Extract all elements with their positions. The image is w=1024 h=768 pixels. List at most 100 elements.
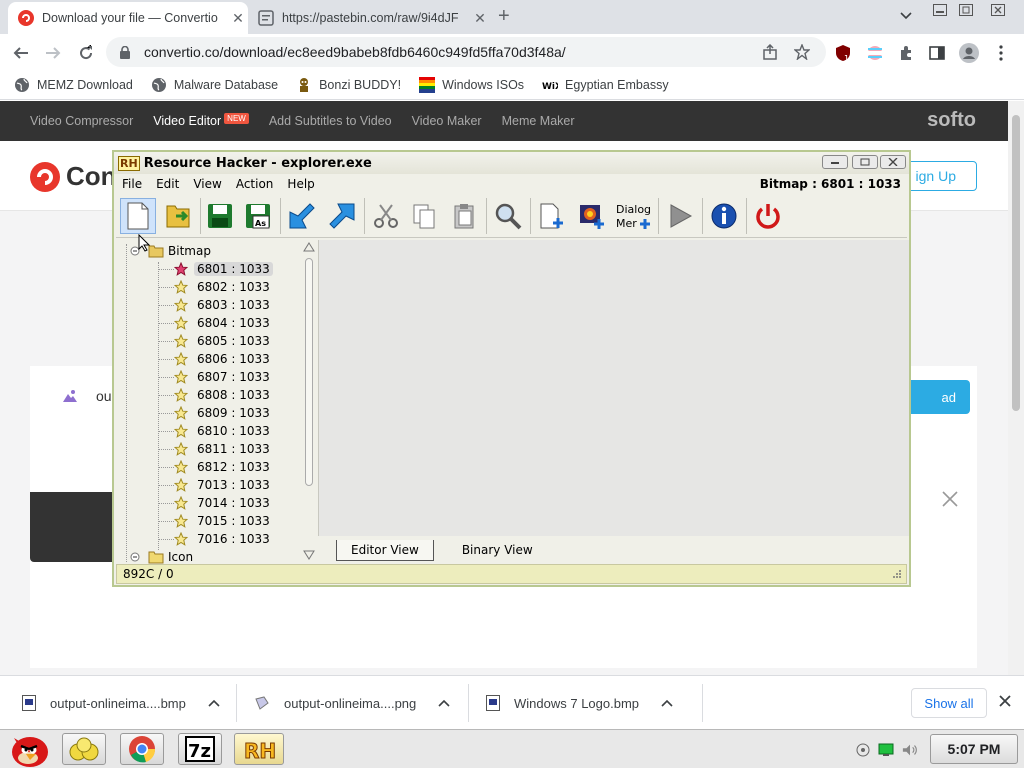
menu-kebab-icon[interactable] [990,42,1012,64]
tree-item-bitmap[interactable]: 6811 : 1033 [174,440,273,458]
start-button[interactable] [4,730,52,768]
taskbar-resource-hacker[interactable]: RH [234,733,284,765]
editor-pane[interactable] [318,240,909,536]
menu-help[interactable]: Help [287,177,314,191]
show-all-button[interactable]: Show all [911,688,987,718]
tree-item-bitmap[interactable]: 6808 : 1033 [174,386,273,404]
new-file-button[interactable] [120,198,156,234]
close-tab-icon[interactable]: ✕ [228,10,248,27]
download-item[interactable]: output-onlineima....bmp [22,676,220,730]
tree-item-bitmap[interactable]: 6802 : 1033 [174,278,273,296]
chevron-up-icon[interactable] [438,699,450,707]
taskbar-chrome[interactable] [120,733,164,765]
copy-button[interactable] [406,198,442,234]
taskbar-7zip[interactable]: 7z [178,733,222,765]
rh-title-bar[interactable]: RH Resource Hacker - explorer.exe [114,152,909,174]
paste-button[interactable] [446,198,482,234]
tree-item-bitmap[interactable]: 7013 : 1033 [174,476,273,494]
tree-item-bitmap[interactable]: 6801 : 1033 [174,260,273,278]
dialog-menu-button[interactable]: Dialog Mer [614,198,654,234]
play-button[interactable] [662,198,698,234]
tab-convertio[interactable]: Download your file — Convertio ✕ [8,2,248,34]
add-resource-button[interactable] [534,198,570,234]
minimize-button[interactable] [928,2,952,18]
nav-video-compressor[interactable]: Video Compressor [30,114,133,128]
tray-network-icon[interactable] [878,742,894,758]
tab-editor-view[interactable]: Editor View [336,539,434,561]
tray-circle-icon[interactable] [855,742,871,758]
bookmark-star-icon[interactable] [794,44,810,60]
add-image-button[interactable] [574,198,610,234]
save-button[interactable] [202,198,238,234]
nav-meme-maker[interactable]: Meme Maker [502,114,575,128]
taskbar-app-yellow[interactable] [62,733,106,765]
tab-search-icon[interactable] [894,8,918,24]
save-as-button[interactable]: As [240,198,276,234]
tree-item-bitmap[interactable]: 6807 : 1033 [174,368,273,386]
rh-close-button[interactable] [880,155,906,169]
tab-binary-view[interactable]: Binary View [448,540,547,560]
tree-item-bitmap[interactable]: 6805 : 1033 [174,332,273,350]
menu-action[interactable]: Action [236,177,274,191]
new-tab-button[interactable]: + [498,6,510,26]
bookmark-malware-database[interactable]: Malware Database [151,77,278,93]
close-ad-icon[interactable] [940,489,960,509]
scrollbar-thumb[interactable] [1012,115,1020,411]
tree-item-bitmap[interactable]: 7014 : 1033 [174,494,273,512]
tree-item-bitmap[interactable]: 6803 : 1033 [174,296,273,314]
sign-up-button[interactable]: ign Up [900,161,977,191]
share-icon[interactable] [762,44,778,60]
compile-button[interactable] [284,198,320,234]
menu-edit[interactable]: Edit [156,177,179,191]
reload-button[interactable] [75,42,97,64]
export-button[interactable] [324,198,360,234]
nav-video-editor[interactable]: Video Editor NEW [153,113,249,128]
scroll-up-icon[interactable] [302,240,316,254]
extensions-puzzle-icon[interactable] [895,42,917,64]
close-tab-icon[interactable]: ✕ [470,10,490,27]
address-bar[interactable]: convertio.co/download/ec8eed9babeb8fdb64… [106,37,826,67]
taskbar-clock[interactable]: 5:07 PM [930,734,1018,764]
chevron-up-icon[interactable] [661,699,673,707]
nav-video-maker[interactable]: Video Maker [412,114,482,128]
softo-logo[interactable]: softo [927,109,976,132]
bookmark-windows-isos[interactable]: Windows ISOs [419,76,524,93]
expand-toggle-icon[interactable] [130,552,140,562]
open-button[interactable] [160,198,196,234]
resize-grip-icon[interactable] [892,569,902,579]
nav-add-subtitles[interactable]: Add Subtitles to Video [269,114,392,128]
convertio-logo[interactable]: Con [30,161,117,192]
ublock-extension-icon[interactable]: 1 [832,42,854,64]
tree-item-bitmap[interactable]: 6806 : 1033 [174,350,273,368]
close-downloads-icon[interactable] [998,694,1012,708]
menu-view[interactable]: View [193,177,221,191]
exit-button[interactable] [750,198,786,234]
page-scrollbar[interactable] [1008,101,1024,675]
tree-item-bitmap[interactable]: 6810 : 1033 [174,422,273,440]
tree-item-bitmap[interactable]: 7016 : 1033 [174,530,273,548]
download-item[interactable]: Windows 7 Logo.bmp [486,676,673,730]
cut-button[interactable] [368,198,404,234]
bookmark-memz[interactable]: MEMZ Download [14,77,133,93]
side-panel-icon[interactable] [926,42,948,64]
tree-item-bitmap[interactable]: 6809 : 1033 [174,404,273,422]
scroll-down-icon[interactable] [302,548,316,562]
chevron-up-icon[interactable] [208,699,220,707]
tab-pastebin[interactable]: https://pastebin.com/raw/9i4dJF ✕ [250,2,490,34]
rh-minimize-button[interactable] [822,155,848,169]
find-button[interactable] [490,198,526,234]
tree-item-bitmap[interactable]: 7015 : 1033 [174,512,273,530]
download-item[interactable]: output-onlineima....png [254,676,450,730]
close-window-button[interactable] [986,2,1010,18]
pride-extension-icon[interactable] [864,42,886,64]
tree-item-bitmap[interactable]: 6804 : 1033 [174,314,273,332]
tree-scrollbar[interactable] [302,240,316,564]
bookmark-bonzi-buddy[interactable]: Bonzi BUDDY! [296,77,401,93]
download-button[interactable]: ad [910,380,970,414]
tree-node-icon[interactable]: Icon [130,548,193,564]
rh-maximize-button[interactable] [852,155,878,169]
forward-button[interactable] [42,42,64,64]
bookmark-egyptian-embassy[interactable]: WiX Egyptian Embassy [542,77,669,93]
about-button[interactable] [706,198,742,234]
restore-button[interactable] [954,2,978,18]
